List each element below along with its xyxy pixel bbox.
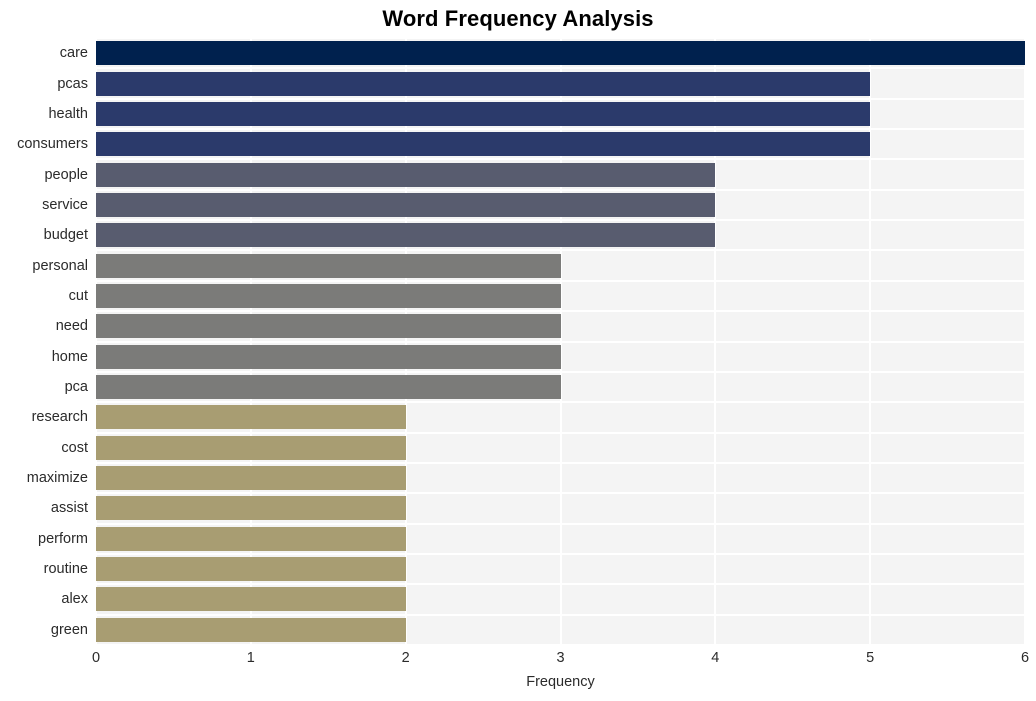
- bar: [96, 132, 871, 157]
- bar: [96, 375, 561, 400]
- gridline-horizontal: [96, 249, 1025, 252]
- bar: [96, 101, 871, 126]
- bar: [96, 526, 406, 551]
- bar: [96, 466, 406, 491]
- gridline-horizontal: [96, 522, 1025, 525]
- bar: [96, 71, 871, 96]
- y-axis-tick-label: cost: [61, 439, 88, 456]
- y-axis-tick-label: health: [48, 105, 88, 122]
- gridline-horizontal: [96, 644, 1025, 645]
- bar: [96, 162, 716, 187]
- gridline-horizontal: [96, 67, 1025, 70]
- bar: [96, 41, 1025, 66]
- x-axis-tick-label: 4: [711, 650, 720, 666]
- x-axis-title: Frequency: [526, 674, 595, 690]
- chart-figure: Word Frequency Analysis care pcas health co…: [0, 0, 1036, 701]
- gridline-horizontal: [96, 461, 1025, 464]
- bar: [96, 283, 561, 308]
- y-axis-tick-label: routine: [43, 561, 88, 578]
- bar: [96, 557, 406, 582]
- gridline-horizontal: [96, 613, 1025, 616]
- gridline-horizontal: [96, 370, 1025, 373]
- bar: [96, 223, 716, 248]
- y-axis-tick-label: service: [42, 196, 88, 213]
- gridline-horizontal: [96, 431, 1025, 434]
- y-axis-tick-label: research: [31, 409, 88, 426]
- y-axis-tick-label: need: [55, 318, 88, 335]
- x-axis-tick-label: 2: [401, 650, 410, 666]
- y-axis-tick-label: green: [50, 621, 88, 638]
- gridline-horizontal: [96, 38, 1025, 39]
- y-axis-tick-label: people: [44, 166, 88, 183]
- bar: [96, 192, 716, 217]
- chart-title: Word Frequency Analysis: [382, 6, 654, 31]
- gridline-horizontal: [96, 128, 1025, 131]
- y-axis-tick-label: consumers: [17, 136, 88, 153]
- gridline-horizontal: [96, 583, 1025, 586]
- gridline-horizontal: [96, 188, 1025, 191]
- x-axis-tick-label: 3: [556, 650, 565, 666]
- x-axis-tick-label: 0: [91, 650, 101, 666]
- x-axis-tick-label: 6: [1020, 650, 1030, 666]
- bar: [96, 344, 561, 369]
- plot-area: [96, 38, 1025, 645]
- gridline-horizontal: [96, 219, 1025, 222]
- y-axis-tick-label: assist: [50, 500, 88, 517]
- y-axis-tick-label: pcas: [57, 75, 88, 92]
- gridline-horizontal: [96, 552, 1025, 555]
- y-axis-tick-label: pca: [64, 379, 88, 396]
- bar: [96, 435, 406, 460]
- gridline-horizontal: [96, 401, 1025, 404]
- gridline-horizontal: [96, 97, 1025, 100]
- gridline-horizontal: [96, 340, 1025, 343]
- y-axis-tick-label: care: [59, 45, 88, 62]
- y-axis-tick-label: maximize: [26, 470, 88, 487]
- bar: [96, 314, 561, 339]
- y-axis-tick-labels: care pcas health consumers people service budg…: [0, 38, 88, 645]
- y-axis-tick-label: budget: [43, 227, 88, 244]
- x-axis-tick-labels: 0 1 2 3 4 5 6: [0, 650, 1036, 674]
- gridline-horizontal: [96, 279, 1025, 282]
- bar: [96, 496, 406, 521]
- gridline-horizontal: [96, 158, 1025, 161]
- y-axis-tick-label: personal: [32, 257, 88, 274]
- gridline-horizontal: [96, 310, 1025, 313]
- bar: [96, 587, 406, 612]
- y-axis-tick-label: cut: [68, 287, 88, 304]
- x-axis-tick-label: 1: [246, 650, 255, 666]
- y-axis-tick-label: alex: [61, 591, 88, 608]
- bar: [96, 617, 406, 642]
- bar: [96, 405, 406, 430]
- x-axis-tick-label: 5: [866, 650, 875, 666]
- bar: [96, 253, 561, 278]
- y-axis-tick-label: perform: [38, 530, 88, 547]
- gridline-horizontal: [96, 492, 1025, 495]
- y-axis-tick-label: home: [51, 348, 88, 365]
